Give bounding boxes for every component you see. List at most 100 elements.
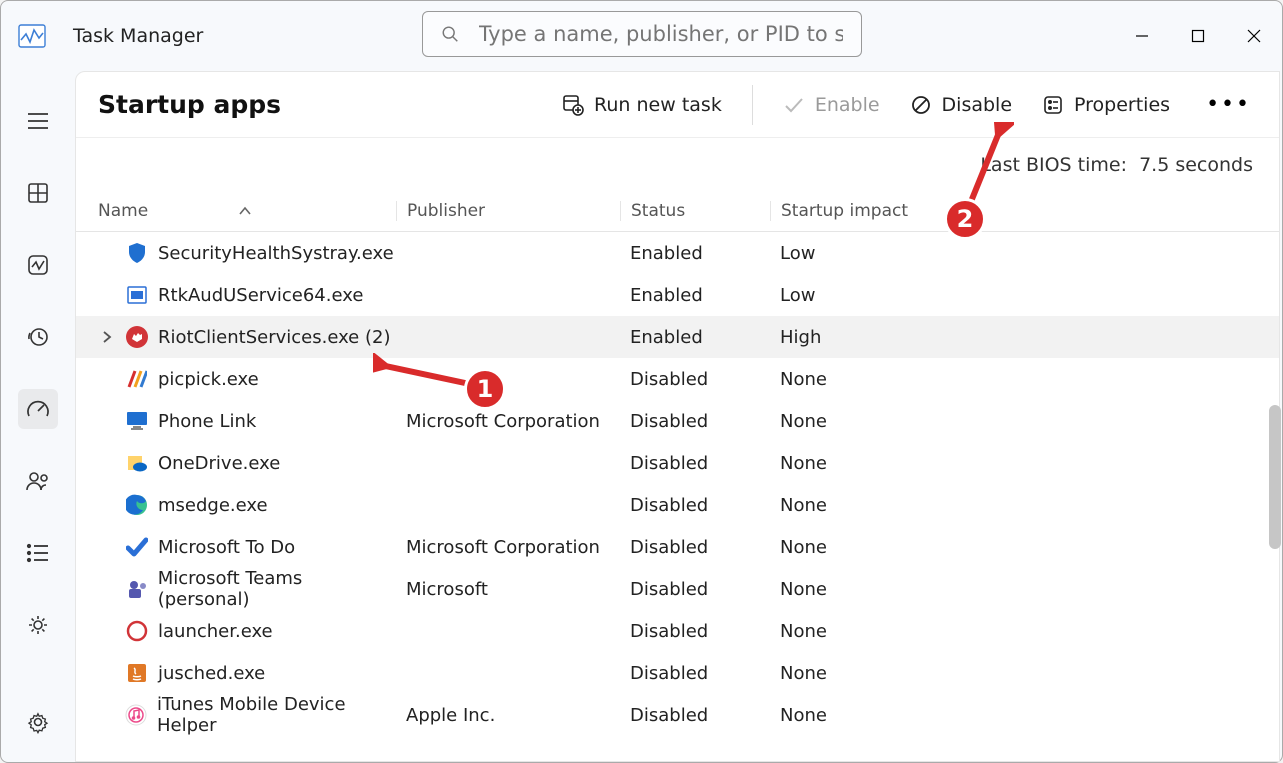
search-icon	[441, 24, 459, 44]
row-status: Disabled	[620, 579, 770, 600]
row-publisher: Microsoft Corporation	[396, 537, 620, 558]
row-impact: None	[770, 369, 918, 390]
bios-row: Last BIOS time: 7.5 seconds	[76, 138, 1279, 190]
run-new-task-label: Run new task	[594, 94, 722, 116]
enable-label: Enable	[815, 94, 880, 116]
table-row[interactable]: iTunes Mobile Device Helper Apple Inc. D…	[76, 694, 1279, 736]
row-impact: None	[770, 411, 918, 432]
nav-users[interactable]	[18, 461, 58, 501]
row-name: picpick.exe	[158, 369, 259, 390]
row-status: Disabled	[620, 369, 770, 390]
body: Startup apps Run new task Enable Disable	[1, 71, 1282, 762]
search-box[interactable]	[422, 11, 862, 57]
disable-label: Disable	[942, 94, 1012, 116]
row-app-icon	[126, 620, 148, 642]
row-app-icon	[126, 662, 148, 684]
run-new-task-button[interactable]: Run new task	[562, 94, 722, 116]
nav-app-history[interactable]	[18, 317, 58, 357]
col-publisher[interactable]: Publisher	[396, 201, 620, 221]
table-row[interactable]: Microsoft Teams (personal) Microsoft Dis…	[76, 568, 1279, 610]
row-name: OneDrive.exe	[158, 453, 280, 474]
search-input[interactable]	[479, 22, 843, 46]
row-app-icon	[126, 494, 148, 516]
row-status: Disabled	[620, 663, 770, 684]
row-status: Enabled	[620, 327, 770, 348]
row-status: Enabled	[620, 285, 770, 306]
col-name-label: Name	[98, 201, 148, 221]
table-row[interactable]: RtkAudUService64.exe Enabled Low	[76, 274, 1279, 316]
hamburger-icon[interactable]	[18, 101, 58, 141]
table-row[interactable]: msedge.exe Disabled None	[76, 484, 1279, 526]
nav-details[interactable]	[18, 533, 58, 573]
row-app-icon	[126, 452, 148, 474]
row-app-icon	[126, 326, 148, 348]
table-row[interactable]: SecurityHealthSystray.exe Enabled Low	[76, 232, 1279, 274]
run-task-icon	[562, 94, 584, 116]
toolbar-actions: Run new task Enable Disable Properties	[562, 85, 1257, 125]
row-status: Disabled	[620, 705, 770, 726]
sidebar	[1, 71, 75, 762]
scrollbar-thumb[interactable]	[1269, 405, 1281, 549]
row-impact: None	[770, 495, 918, 516]
table-body: SecurityHealthSystray.exe Enabled Low Rt…	[76, 232, 1279, 761]
app-icon	[15, 21, 49, 51]
separator	[752, 85, 753, 125]
table-row[interactable]: RiotClientServices.exe (2) Enabled High	[76, 316, 1279, 358]
task-manager-window: Task Manager Sta	[0, 0, 1283, 763]
maximize-button[interactable]	[1170, 11, 1226, 61]
row-impact: Low	[770, 285, 918, 306]
annotation-badge-2: 2	[944, 198, 986, 240]
row-name: SecurityHealthSystray.exe	[158, 243, 394, 264]
nav-processes[interactable]	[18, 173, 58, 213]
sort-asc-icon	[238, 206, 252, 216]
properties-button[interactable]: Properties	[1042, 94, 1170, 116]
disable-button[interactable]: Disable	[910, 94, 1012, 116]
page-title: Startup apps	[98, 90, 281, 119]
settings-icon[interactable]	[18, 702, 58, 742]
col-impact[interactable]: Startup impact	[770, 201, 918, 221]
row-app-icon	[126, 578, 148, 600]
table-row[interactable]: Microsoft To Do Microsoft Corporation Di…	[76, 526, 1279, 568]
chevron-right-icon	[98, 330, 116, 344]
minimize-button[interactable]	[1114, 11, 1170, 61]
row-impact: High	[770, 327, 918, 348]
row-impact: None	[770, 453, 918, 474]
nav-services[interactable]	[18, 605, 58, 645]
row-name: Phone Link	[158, 411, 256, 432]
nav-performance[interactable]	[18, 245, 58, 285]
row-name: msedge.exe	[158, 495, 268, 516]
table-header: Name Publisher Status Startup impact	[76, 190, 1279, 232]
row-status: Disabled	[620, 495, 770, 516]
enable-button: Enable	[783, 94, 880, 116]
bios-value: 7.5 seconds	[1139, 154, 1253, 176]
row-name: RtkAudUService64.exe	[158, 285, 363, 306]
col-status[interactable]: Status	[620, 201, 770, 221]
properties-icon	[1042, 94, 1064, 116]
close-button[interactable]	[1226, 11, 1282, 61]
nav-startup-apps[interactable]	[18, 389, 58, 429]
main-panel: Startup apps Run new task Enable Disable	[75, 71, 1280, 762]
row-app-icon	[125, 704, 147, 726]
row-name: Microsoft To Do	[158, 537, 295, 558]
more-button[interactable]: •••	[1200, 88, 1257, 121]
row-app-icon	[126, 242, 148, 264]
row-impact: None	[770, 621, 918, 642]
table-row[interactable]: Phone Link Microsoft Corporation Disable…	[76, 400, 1279, 442]
row-impact: None	[770, 663, 918, 684]
check-icon	[783, 96, 805, 114]
table-row[interactable]: OneDrive.exe Disabled None	[76, 442, 1279, 484]
row-name: Microsoft Teams (personal)	[158, 568, 396, 610]
row-publisher: Microsoft	[396, 579, 620, 600]
row-status: Disabled	[620, 453, 770, 474]
row-impact: Low	[770, 243, 918, 264]
row-publisher: Microsoft Corporation	[396, 411, 620, 432]
table-row[interactable]: picpick.exe Disabled None	[76, 358, 1279, 400]
disable-icon	[910, 94, 932, 116]
table-row[interactable]: launcher.exe Disabled None	[76, 610, 1279, 652]
row-app-icon	[126, 284, 148, 306]
row-app-icon	[126, 410, 148, 432]
row-name: iTunes Mobile Device Helper	[157, 694, 396, 736]
table-row[interactable]: jusched.exe Disabled None	[76, 652, 1279, 694]
col-name[interactable]: Name	[76, 201, 396, 221]
row-name: RiotClientServices.exe (2)	[158, 327, 390, 348]
